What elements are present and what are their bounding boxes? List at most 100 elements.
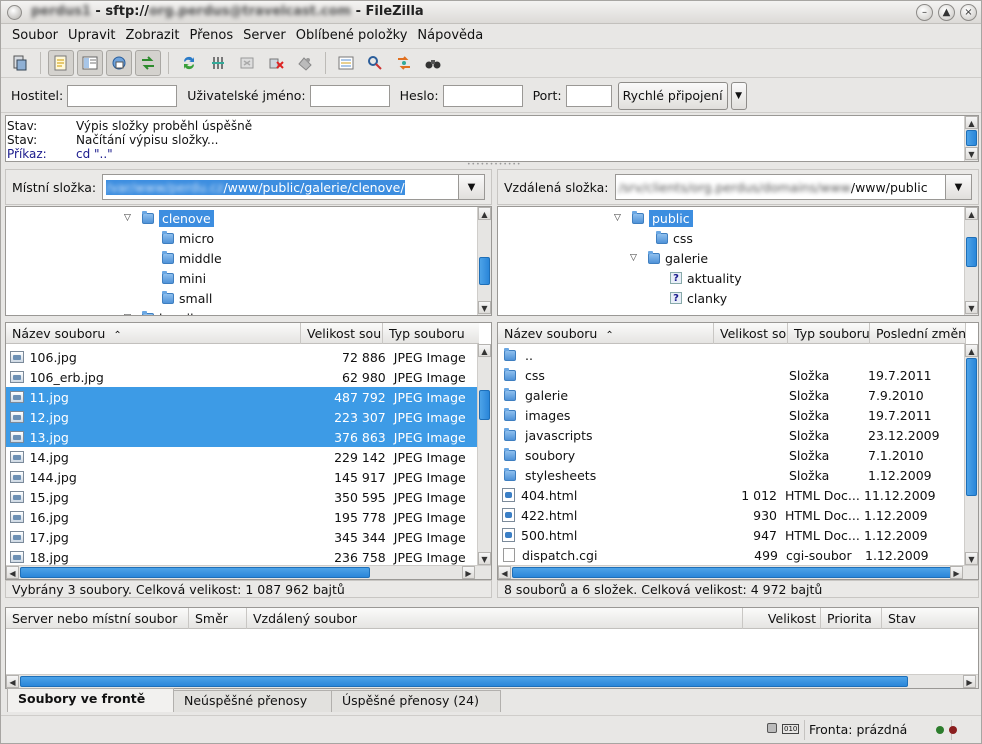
transfer-queue[interactable]: Server nebo místní soubor Směr Vzdálený … <box>5 607 979 689</box>
log-scroll-thumb[interactable] <box>966 130 977 146</box>
remote-files-vscrollbar[interactable]: ▲ ▼ <box>964 344 978 566</box>
log-scrollbar[interactable]: ▲ ▼ <box>964 116 978 161</box>
queue-hscroll-thumb[interactable] <box>20 676 908 687</box>
file-row[interactable]: 11.jpg 487 792 JPEG Image <box>6 387 477 407</box>
tab-queued-files[interactable]: Soubory ve frontě <box>7 688 174 712</box>
scroll-down-icon[interactable]: ▼ <box>965 147 978 160</box>
file-row[interactable]: stylesheets Složka 1.12.2009 <box>498 465 964 485</box>
minimize-button[interactable]: – <box>916 4 933 21</box>
reconnect-button[interactable] <box>292 50 318 76</box>
tab-failed-transfers[interactable]: Neúspěšné přenosy <box>173 690 332 712</box>
scroll-left-icon[interactable]: ◀ <box>6 675 19 688</box>
menu-soubor[interactable]: Soubor <box>7 28 63 43</box>
local-tree[interactable]: ▽ clenove micro middle mini small ▽ kron… <box>5 206 492 316</box>
local-tree-scrollbar[interactable]: ▲ ▼ <box>477 207 491 315</box>
column-type[interactable]: Typ souboru <box>383 323 479 344</box>
collapse-icon[interactable]: ▽ <box>124 313 136 315</box>
file-row[interactable]: 15.jpg 350 595 JPEG Image <box>6 487 477 507</box>
remote-tree-item[interactable]: ▽ galerie <box>630 248 708 268</box>
collapse-icon[interactable]: ▽ <box>630 253 642 263</box>
port-input[interactable] <box>565 84 612 107</box>
remote-files-hscrollbar[interactable]: ◀ ▶ <box>498 565 978 579</box>
local-tree-item[interactable]: ▽ clenove <box>124 208 214 228</box>
scroll-right-icon[interactable]: ▶ <box>462 566 475 579</box>
file-row[interactable]: 17.jpg 345 344 JPEG Image <box>6 527 477 547</box>
file-row[interactable]: soubory Složka 7.1.2010 <box>498 445 964 465</box>
file-row[interactable]: .. <box>498 345 964 365</box>
file-row[interactable]: 500.html 947 HTML Doc... 1.12.2009 <box>498 525 964 545</box>
local-path-dropdown[interactable]: ▼ <box>459 174 485 200</box>
quickconnect-dropdown-button[interactable]: ▼ <box>730 81 747 110</box>
file-row[interactable]: 106.jpg 72 886 JPEG Image <box>6 347 477 367</box>
menu-zobrazit[interactable]: Zobrazit <box>120 28 184 43</box>
refresh-button[interactable] <box>176 50 202 76</box>
column-status[interactable]: Stav <box>882 608 976 629</box>
column-direction[interactable]: Směr <box>189 608 247 629</box>
process-queue-button[interactable] <box>205 50 231 76</box>
column-size[interactable]: Velikost sou <box>301 323 383 344</box>
file-row[interactable]: 404.html 1 012 HTML Doc... 11.12.2009 <box>498 485 964 505</box>
search-remote-button[interactable] <box>420 50 446 76</box>
toggle-log-button[interactable] <box>48 50 74 76</box>
remote-files-hscroll-thumb[interactable] <box>512 567 952 578</box>
scroll-right-icon[interactable]: ▶ <box>950 566 963 579</box>
toggle-queue-button[interactable] <box>135 50 161 76</box>
file-row[interactable]: 144.jpg 145 917 JPEG Image <box>6 467 477 487</box>
file-row[interactable]: images Složka 19.7.2011 <box>498 405 964 425</box>
column-modified[interactable]: Poslední změna <box>870 323 966 344</box>
remote-tree-item[interactable]: ▽ public <box>614 208 693 228</box>
scroll-up-icon[interactable]: ▲ <box>965 344 978 357</box>
scroll-up-icon[interactable]: ▲ <box>965 207 978 220</box>
local-files-vscrollbar[interactable]: ▲ ▼ <box>477 344 491 566</box>
toggle-remote-tree-button[interactable] <box>106 50 132 76</box>
password-input[interactable] <box>442 84 523 107</box>
column-type[interactable]: Typ souboru <box>788 323 870 344</box>
menu-prenos[interactable]: Přenos <box>184 28 238 43</box>
collapse-icon[interactable]: ▽ <box>124 213 136 223</box>
menu-oblibene[interactable]: Oblíbené položky <box>291 28 413 43</box>
scroll-left-icon[interactable]: ◀ <box>6 566 19 579</box>
file-row[interactable]: 14.jpg 229 142 JPEG Image <box>6 447 477 467</box>
file-row[interactable]: javascripts Složka 23.12.2009 <box>498 425 964 445</box>
scroll-up-icon[interactable]: ▲ <box>478 207 491 220</box>
message-log[interactable]: Stav: Výpis složky proběhl úspěšně Stav:… <box>5 115 979 162</box>
local-path-input[interactable]: /var/www/perdu.cz/www/public/galerie/cle… <box>102 174 459 200</box>
file-row[interactable]: 422.html 930 HTML Doc... 1.12.2009 <box>498 505 964 525</box>
scroll-up-icon[interactable]: ▲ <box>965 116 978 129</box>
scroll-up-icon[interactable]: ▲ <box>478 344 491 357</box>
scroll-right-icon[interactable]: ▶ <box>963 675 976 688</box>
menu-server[interactable]: Server <box>238 28 291 43</box>
queue-hscrollbar[interactable]: ◀ ▶ <box>6 674 978 688</box>
maximize-button[interactable]: ▲ <box>938 4 955 21</box>
file-row[interactable]: css Složka 19.7.2011 <box>498 365 964 385</box>
file-row[interactable]: 18.jpg 236 758 JPEG Image <box>6 547 477 567</box>
compare-button[interactable] <box>362 50 388 76</box>
file-row[interactable]: 12.jpg 223 307 JPEG Image <box>6 407 477 427</box>
remote-tree-item[interactable]: ? clanky <box>670 288 727 308</box>
file-row[interactable]: galerie Složka 7.9.2010 <box>498 385 964 405</box>
file-row[interactable]: 13.jpg 376 863 JPEG Image <box>6 427 477 447</box>
remote-tree-item[interactable]: ? aktuality <box>670 268 742 288</box>
remote-path-dropdown[interactable]: ▼ <box>946 174 972 200</box>
local-files-hscroll-thumb[interactable] <box>20 567 370 578</box>
disconnect-button[interactable] <box>263 50 289 76</box>
collapse-icon[interactable]: ▽ <box>614 213 626 223</box>
remote-path-input[interactable]: /srv/clients/org.perdus/domains/www/www/… <box>614 174 946 200</box>
local-tree-item[interactable]: ▽ kronika <box>124 308 205 315</box>
host-input[interactable] <box>67 84 178 107</box>
cancel-operation-button[interactable] <box>234 50 260 76</box>
column-size[interactable]: Velikost sou <box>714 323 788 344</box>
menu-upravit[interactable]: Upravit <box>63 28 120 43</box>
quickconnect-button[interactable]: Rychlé připojení <box>617 81 728 110</box>
toggle-local-tree-button[interactable] <box>77 50 103 76</box>
directory-filter-button[interactable] <box>333 50 359 76</box>
remote-files-scroll-thumb[interactable] <box>966 358 977 496</box>
scroll-down-icon[interactable]: ▼ <box>965 552 978 565</box>
remote-tree-scrollbar[interactable]: ▲ ▼ <box>964 207 978 315</box>
column-name[interactable]: Název souboru ⌃ <box>498 323 714 344</box>
local-tree-item[interactable]: micro <box>162 228 214 248</box>
local-files-scroll-thumb[interactable] <box>479 390 490 420</box>
local-file-list[interactable]: Název souboru ⌃ Velikost sou Typ souboru… <box>5 322 492 580</box>
file-row[interactable]: 16.jpg 195 778 JPEG Image <box>6 507 477 527</box>
file-row[interactable]: 106_erb.jpg 62 980 JPEG Image <box>6 367 477 387</box>
